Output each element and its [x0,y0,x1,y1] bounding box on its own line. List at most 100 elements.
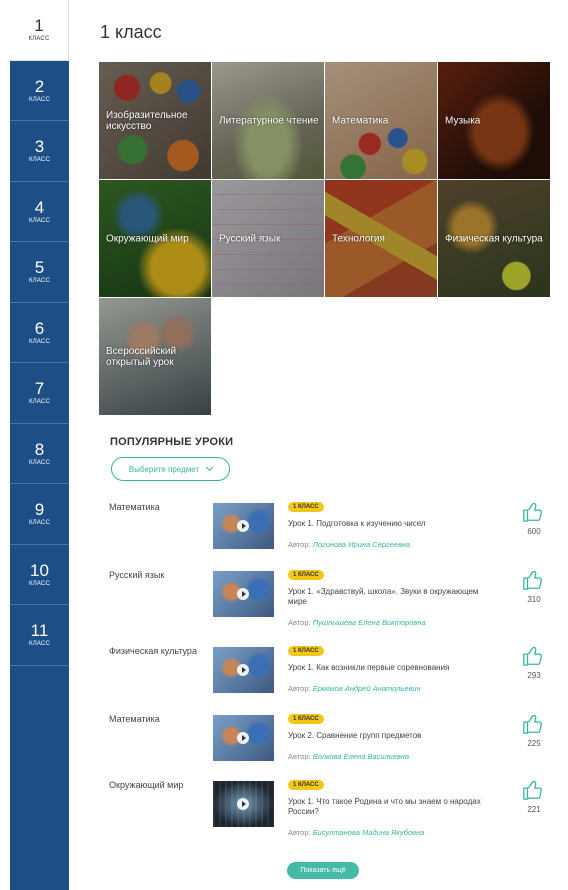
grade-label: КЛАСС [29,338,50,345]
lesson-title[interactable]: Урок 1. «Здравствуй, школа». Звуки в окр… [288,587,498,607]
grade-label: КЛАСС [29,641,50,648]
grade-label: КЛАСС [29,459,50,466]
grade-label: КЛАСС [29,399,50,406]
lesson-thumbnail[interactable] [213,781,274,827]
play-icon [237,520,249,532]
lesson-author: Автор: Логинова Ирина Сергеевна [288,540,410,549]
grade-8[interactable]: 8 КЛАСС [10,424,69,484]
grade-number: 9 [34,500,45,520]
like-icon[interactable] [522,713,544,735]
author-name[interactable]: Пушпышева Елена Викторовна [313,618,426,627]
lesson-author: Автор: Бисултанова Мадина Якубовна [288,828,424,837]
like-count: 221 [527,805,541,814]
lesson-thumbnail[interactable] [213,715,274,761]
lesson-thumbnail[interactable] [213,503,274,549]
lesson-subject: Русский язык [109,570,165,580]
play-icon [237,798,249,810]
subject-tile-pe[interactable]: Физическая культура [438,180,550,297]
grade-label: КЛАСС [29,217,50,224]
like-icon[interactable] [522,569,544,591]
grade-label: КЛАСС [29,278,50,285]
lesson-subject: Математика [109,714,160,724]
subject-tile-literature[interactable]: Литературное чтение [212,62,324,179]
grade-number: 1 [34,16,44,36]
grade-label: КЛАСС [28,36,50,43]
like-icon[interactable] [522,501,544,523]
subject-label: Изобразительное искусство [106,109,188,132]
grade-number: 10 [30,560,49,580]
grade-1[interactable]: 1 КЛАСС [10,0,69,61]
play-icon [237,588,249,600]
grade-badge: 1 КЛАСС [288,646,324,656]
grade-label: КЛАСС [29,96,50,103]
lesson-thumbnail[interactable] [213,647,274,693]
lesson-title[interactable]: Урок 1. Подготовка к изучению чисел [288,519,498,529]
like-count: 293 [527,671,541,680]
subject-tile-music[interactable]: Музыка [438,62,550,179]
lesson-author: Автор: Пушпышева Елена Викторовна [288,618,426,627]
subject-tile-open-lesson[interactable]: Всероссийский открытый урок [99,298,211,415]
author-name[interactable]: Волкова Елена Васильевна [313,752,409,761]
grade-10[interactable]: 10 КЛАСС [10,545,69,605]
grade-5[interactable]: 5 КЛАСС [10,242,69,303]
lesson-row: Физическая культура 1 КЛАСС Урок 1. Как … [99,646,554,706]
grade-badge: 1 КЛАСС [288,714,324,724]
subject-label: Технология [332,233,385,244]
like-icon[interactable] [522,645,544,667]
subject-label: Окружающий мир [106,233,189,244]
grade-number: 3 [34,137,45,157]
grade-label: КЛАСС [29,157,50,164]
subject-tile-math[interactable]: Математика [325,62,437,179]
like-icon[interactable] [522,779,544,801]
author-name[interactable]: Логинова Ирина Сергеевна [313,540,411,549]
show-more-button[interactable]: Показать ещё [287,862,359,879]
grade-label: КЛАСС [29,580,50,587]
play-icon [237,664,249,676]
subject-label: Литературное чтение [219,115,319,126]
author-prefix: Автор: [288,618,311,627]
grade-badge: 1 КЛАСС [288,780,324,790]
grade-6[interactable]: 6 КЛАСС [10,303,69,363]
grade-4[interactable]: 4 КЛАСС [10,182,69,242]
like-count: 310 [527,595,541,604]
subject-select-label: Выберите предмет [128,464,200,474]
lesson-author: Автор: Волкова Елена Васильевна [288,752,409,761]
subject-tile-russian[interactable]: Русский язык [212,180,324,297]
author-prefix: Автор: [288,752,311,761]
grade-11[interactable]: 11 КЛАСС [10,605,69,666]
subject-tile-technology[interactable]: Технология [325,180,437,297]
grade-number: 6 [34,318,45,338]
like-count: 600 [527,527,541,536]
play-icon [237,732,249,744]
grade-number: 7 [34,379,45,399]
lesson-title[interactable]: Урок 2. Сравнение групп предметов [288,731,498,741]
author-name[interactable]: Бисултанова Мадина Якубовна [313,828,425,837]
subject-tile-world[interactable]: Окружающий мир [99,180,211,297]
popular-lessons-heading: ПОПУЛЯРНЫЕ УРОКИ [110,436,234,448]
grade-badge: 1 КЛАСС [288,570,324,580]
grade-2[interactable]: 2 КЛАСС [10,61,69,121]
author-name[interactable]: Ермаков Андрей Анатольевич [313,684,421,693]
lesson-title[interactable]: Урок 1. Что такое Родина и что мы знаем … [288,797,498,817]
like-count: 225 [527,739,541,748]
lesson-subject: Математика [109,502,160,512]
grade-3[interactable]: 3 КЛАСС [10,121,69,182]
grade-9[interactable]: 9 КЛАСС [10,484,69,545]
grade-number: 8 [34,439,45,459]
grade-7[interactable]: 7 КЛАСС [10,363,69,424]
subject-select[interactable]: Выберите предмет [111,457,230,481]
lesson-subject: Физическая культура [109,646,197,656]
grade-sidebar: 1 КЛАСС 2 КЛАСС 3 КЛАСС 4 КЛАСС 5 КЛАСС 6 КЛАС… [10,0,69,890]
subject-label: Русский язык [219,233,281,244]
chevron-down-icon [206,463,214,472]
grade-badge: 1 КЛАСС [288,502,324,512]
lesson-thumbnail[interactable] [213,571,274,617]
lesson-row: Русский язык 1 КЛАСС Урок 1. «Здравствуй… [99,570,554,630]
grade-number: 2 [34,76,45,96]
grade-number: 11 [30,621,49,641]
author-prefix: Автор: [288,540,311,549]
lesson-row: Окружающий мир 1 КЛАСС Урок 1. Что такое… [99,780,554,840]
grade-label: КЛАСС [29,520,50,527]
lesson-title[interactable]: Урок 1. Как возникли первые соревнования [288,663,498,673]
subject-tile-art[interactable]: Изобразительное искусство [99,62,211,179]
